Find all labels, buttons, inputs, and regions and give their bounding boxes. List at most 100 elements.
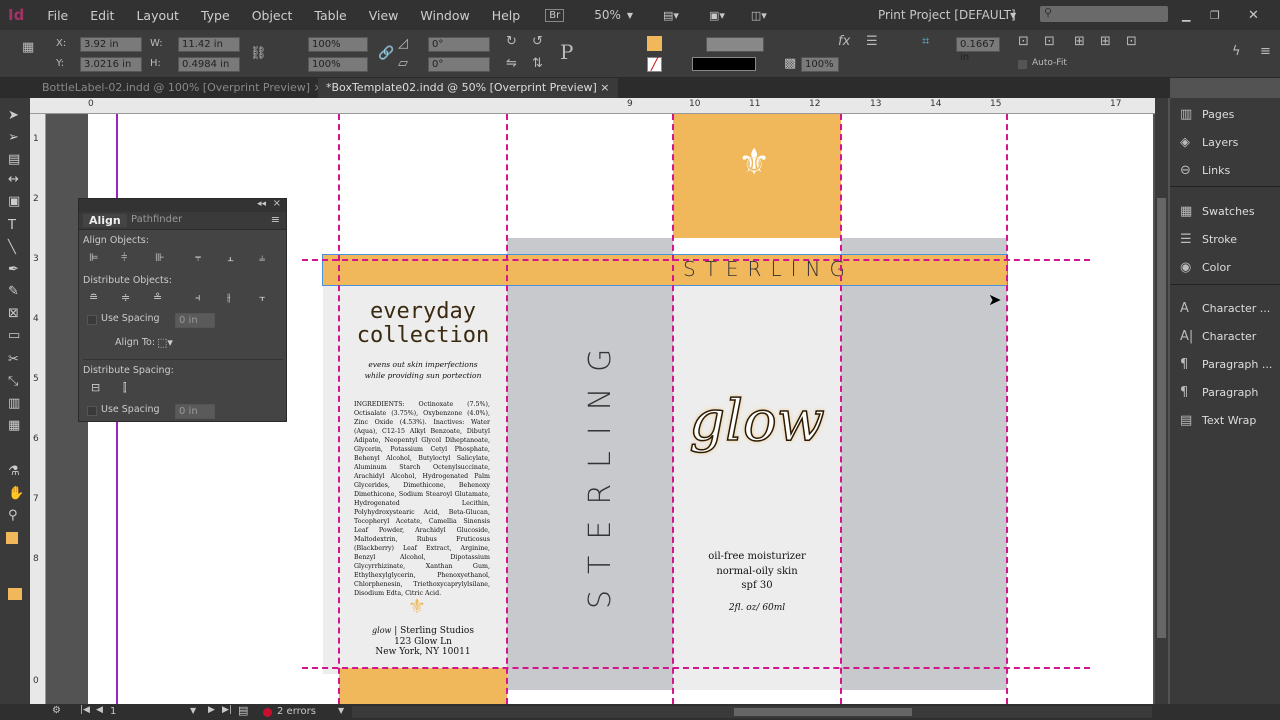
distribute-right-icon[interactable]: ⫟ (259, 291, 266, 305)
page-number-field[interactable]: 1 (110, 706, 116, 717)
scrollbar-thumb[interactable] (734, 708, 912, 716)
menu-window[interactable]: Window (409, 8, 480, 23)
selection-tool-icon[interactable]: ➤ (8, 108, 19, 123)
align-left-icon[interactable]: ⊫ (89, 251, 99, 264)
frame-offset-field[interactable]: 0.1667 in (956, 37, 1000, 63)
preflight-errors[interactable]: 2 errors (277, 706, 316, 717)
zoom-select[interactable]: 50% (594, 8, 621, 22)
bridge-button[interactable]: Br (545, 8, 565, 22)
direct-selection-tool-icon[interactable]: ➢ (8, 130, 19, 145)
fit-frame-icon[interactable]: ⊡ (1044, 34, 1055, 49)
autofit-checkbox[interactable] (1018, 60, 1027, 69)
panel-menu-icon[interactable]: ≡ (1260, 44, 1271, 59)
rotate-ccw-icon[interactable]: ↺ (532, 34, 543, 49)
center-content-icon[interactable]: ⊞ (1074, 34, 1085, 49)
stroke-type-select[interactable] (692, 57, 756, 71)
content-collector-icon[interactable]: ▣ (8, 194, 20, 209)
chevron-down-icon[interactable]: ▼ (338, 706, 344, 715)
vertical-ruler[interactable]: 1 2 3 4 5 6 7 8 0 (30, 114, 46, 704)
vertical-scrollbar[interactable] (1155, 98, 1168, 704)
y-field[interactable]: 3.0216 in (80, 57, 142, 72)
page-tool-icon[interactable]: ▤ (8, 152, 20, 167)
distribute-top-icon[interactable]: ≘ (89, 291, 98, 304)
gradient-tool-icon[interactable]: ▥ (8, 396, 20, 411)
screen-mode-button[interactable] (8, 588, 22, 600)
restore-button[interactable]: ❐ (1210, 9, 1220, 22)
tab-bottlelabel[interactable]: BottleLabel-02.indd @ 100% [Overprint Pr… (34, 78, 331, 98)
tab-pathfinder[interactable]: Pathfinder (131, 214, 182, 225)
rotate-field[interactable]: 0° (428, 37, 490, 52)
view-options-icon[interactable]: ▤▾ (663, 9, 679, 22)
panel-color[interactable]: ◉ Color (1180, 260, 1280, 275)
distribute-bottom-icon[interactable]: ≗ (153, 291, 162, 304)
panel-paragraph-styles[interactable]: ¶ Paragraph ... (1180, 357, 1280, 372)
tab-boxtemplate[interactable]: *BoxTemplate02.indd @ 50% [Overprint Pre… (318, 78, 618, 98)
page-dropdown-icon[interactable]: ▼ (190, 706, 196, 715)
panel-paragraph[interactable]: ¶ Paragraph (1180, 385, 1280, 400)
hand-tool-icon[interactable]: ✋ (8, 486, 24, 501)
horizontal-scrollbar[interactable] (352, 706, 1152, 718)
first-page-icon[interactable]: |◀ (80, 705, 90, 715)
collapse-icon[interactable]: ◂◂ (257, 199, 266, 209)
scrollbar-thumb[interactable] (1157, 198, 1166, 638)
line-tool-icon[interactable]: ╲ (8, 240, 16, 255)
fill-swatch[interactable] (647, 36, 662, 51)
quick-apply-icon[interactable]: ϟ (1232, 44, 1241, 59)
width-field[interactable]: 11.42 in (178, 37, 240, 52)
reference-point-icon[interactable]: ▦ (22, 40, 34, 55)
constrain-proportions-icon[interactable]: ⛓ (250, 46, 267, 61)
note-tool-icon[interactable]: ▦ (8, 418, 20, 433)
close-icon[interactable]: × (600, 81, 609, 94)
preflight-options-icon[interactable]: ⚙ (52, 705, 61, 716)
opacity-field[interactable]: 100% (801, 57, 839, 72)
stroke-swatch[interactable]: ╱ (647, 57, 662, 72)
shear-field[interactable]: 0° (428, 57, 490, 72)
frame-fitting-icon[interactable]: ⌗ (922, 34, 929, 49)
gap-tool-icon[interactable]: ↔ (8, 172, 19, 187)
type-tool-icon[interactable]: T (8, 218, 16, 233)
fit-proportional-icon[interactable]: ⊡ (1126, 34, 1137, 49)
minimize-button[interactable]: ▁ (1182, 9, 1190, 22)
pen-tool-icon[interactable]: ✒ (8, 262, 19, 277)
menu-file[interactable]: File (36, 8, 79, 23)
effects-icon[interactable]: fx (838, 34, 850, 49)
panel-links[interactable]: ⊖ Links (1180, 163, 1280, 178)
align-hcenter-icon[interactable]: ⫩ (121, 251, 127, 265)
align-bottom-icon[interactable]: ⫨ (259, 251, 265, 265)
document-icon[interactable]: ▤ (238, 704, 248, 717)
close-icon[interactable]: × (273, 198, 281, 209)
x-field[interactable]: 3.92 in (80, 37, 142, 52)
flip-horizontal-icon[interactable]: ⇋ (506, 56, 517, 71)
panel-character-styles[interactable]: A Character ... (1180, 301, 1280, 316)
align-top-icon[interactable]: ⫧ (195, 251, 201, 265)
use-spacing-checkbox-2[interactable] (87, 406, 97, 416)
scale-x-field[interactable]: 100% (308, 37, 368, 52)
chevron-down-icon[interactable]: ▼ (627, 11, 633, 20)
align-right-icon[interactable]: ⊪ (155, 251, 165, 264)
distribute-hcenter-icon[interactable]: ⫲ (227, 291, 231, 305)
spacing-field[interactable]: 0 in (175, 313, 215, 328)
fit-content-icon[interactable]: ⊡ (1018, 34, 1029, 49)
free-transform-tool-icon[interactable]: ⤡ (8, 374, 18, 389)
pencil-tool-icon[interactable]: ✎ (8, 284, 19, 299)
scale-y-field[interactable]: 100% (308, 57, 368, 72)
distribute-vspace-icon[interactable]: ⊟ (91, 381, 100, 394)
tab-align[interactable]: Align (83, 214, 127, 227)
scissors-tool-icon[interactable]: ✂ (8, 352, 19, 367)
menu-edit[interactable]: Edit (79, 8, 125, 23)
eyedropper-tool-icon[interactable]: ⚗ (8, 464, 20, 479)
workspace-select[interactable]: Print Project [DEFAULT] (878, 8, 1016, 22)
rectangle-frame-tool-icon[interactable]: ⊠ (8, 306, 19, 321)
align-vcenter-icon[interactable]: ⫠ (227, 251, 234, 265)
use-spacing-checkbox[interactable] (87, 315, 97, 325)
fill-frame-icon[interactable]: ⊞ (1100, 34, 1111, 49)
flip-vertical-icon[interactable]: ⇅ (532, 56, 543, 71)
previous-page-icon[interactable]: ◀ (96, 705, 103, 715)
next-page-icon[interactable]: ▶ (208, 705, 215, 715)
menu-help[interactable]: Help (481, 8, 532, 23)
spacing-field-2[interactable]: 0 in (175, 404, 215, 419)
text-wrap-none-icon[interactable]: ☰ (866, 34, 878, 49)
horizontal-ruler[interactable]: 0 9 10 11 12 13 14 15 17 (30, 98, 1155, 114)
panel-character[interactable]: A| Character (1180, 329, 1280, 344)
last-page-icon[interactable]: ▶| (222, 705, 232, 715)
